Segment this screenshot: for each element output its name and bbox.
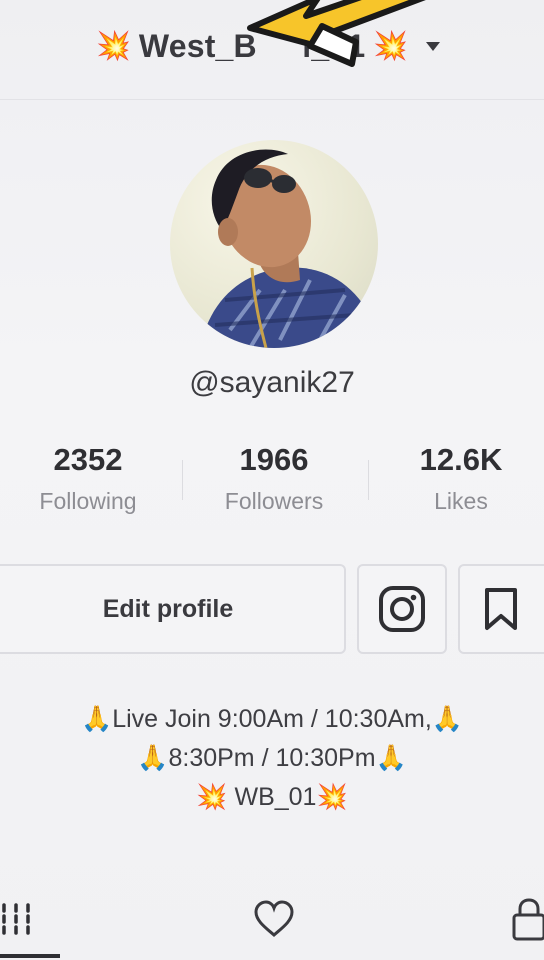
divider (182, 460, 183, 500)
bookmark-icon (485, 588, 517, 630)
stat-value: 12.6K (419, 442, 503, 477)
bio: 🙏Live Join 9:00Am / 10:30Am,🙏 🙏8:30Pm / … (0, 700, 544, 817)
stat-following[interactable]: 2352 Following (0, 440, 178, 515)
stat-followers[interactable]: 1966 Followers (184, 440, 364, 515)
instagram-button[interactable] (357, 564, 447, 654)
edit-profile-button[interactable]: Edit profile (0, 564, 346, 654)
stat-likes[interactable]: 12.6K Likes (371, 440, 544, 515)
profile-header: 💥 West_B l_01 💥 (0, 0, 544, 100)
stat-label: Following (39, 488, 137, 514)
stat-label: Followers (224, 488, 324, 514)
bookmark-button[interactable] (458, 564, 544, 654)
instagram-icon (379, 586, 425, 632)
pointer-arrow-icon (247, 0, 426, 67)
edit-profile-label: Edit profile (102, 594, 234, 623)
divider (368, 460, 369, 500)
tab-private[interactable] (508, 894, 544, 944)
stat-label: Likes (434, 488, 488, 514)
stat-value: 1966 (239, 442, 309, 477)
profile-screen: 💥 West_B l_01 💥 @sayanik27 2352 Followin… (0, 0, 544, 960)
active-tab-indicator (0, 954, 60, 958)
stats-row: 2352 Following 1966 Followers 12.6K Like… (0, 440, 544, 530)
stat-value: 2352 (53, 442, 123, 477)
profile-tabs (0, 880, 544, 960)
profile-photo (200, 149, 370, 348)
videos-grid-icon (2, 903, 30, 935)
bio-line: 🙏Live Join 9:00Am / 10:30Am,🙏 (81, 705, 463, 733)
tab-liked[interactable] (250, 894, 298, 944)
username: @sayanik27 (189, 366, 355, 399)
private-lock-icon (512, 898, 544, 941)
avatar[interactable] (170, 140, 378, 348)
liked-heart-icon (254, 900, 294, 937)
bio-line: 🙏8:30Pm / 10:30Pm🙏 (137, 744, 407, 772)
tab-videos[interactable] (0, 894, 36, 944)
burst-icon: 💥 (96, 30, 131, 61)
bio-line: 💥 WB_01💥 (196, 783, 348, 811)
